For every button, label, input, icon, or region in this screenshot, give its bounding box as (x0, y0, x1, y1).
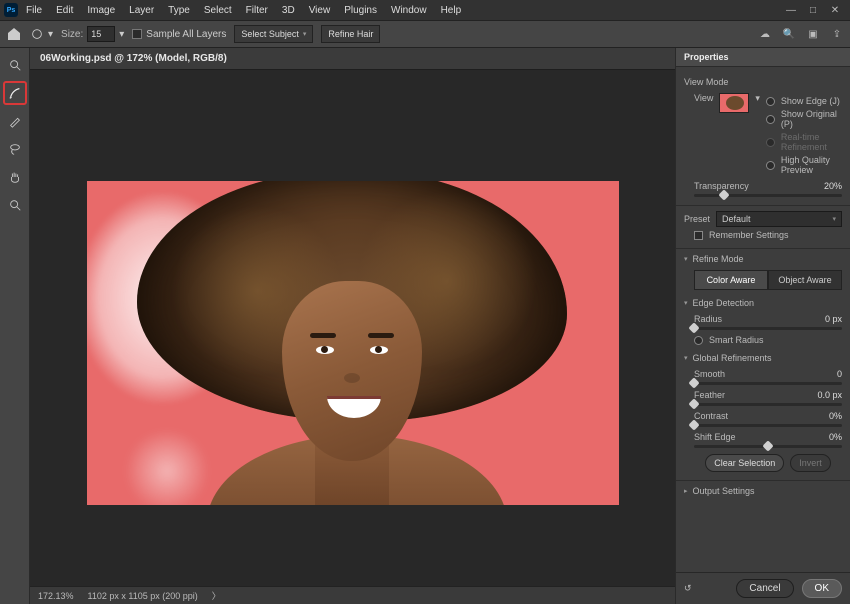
menu-window[interactable]: Window (385, 3, 433, 18)
radius-slider[interactable] (694, 327, 842, 330)
sample-all-layers-label: Sample All Layers (146, 29, 226, 40)
object-aware-toggle[interactable]: Object Aware (768, 270, 842, 290)
contrast-label: Contrast (694, 411, 728, 421)
menu-select[interactable]: Select (198, 3, 238, 18)
shift-edge-label: Shift Edge (694, 432, 736, 442)
menu-type[interactable]: Type (162, 3, 196, 18)
brush-preview-icon[interactable]: ▾ (30, 27, 53, 41)
high-quality-label: High Quality Preview (781, 155, 842, 175)
canvas-column: 06Working.psd @ 172% (Model, RGB/8) (30, 48, 675, 604)
remember-settings-checkbox[interactable] (694, 231, 703, 240)
menu-help[interactable]: Help (435, 3, 468, 18)
chevron-down-icon: ▾ (303, 30, 307, 38)
edge-detection-section[interactable]: ▾Edge Detection (684, 298, 842, 308)
chevron-down-icon: ▾ (48, 29, 53, 40)
brush-size-input[interactable] (87, 26, 115, 42)
chevron-down-icon[interactable]: ▾ (755, 93, 760, 104)
properties-tab[interactable]: Properties (676, 48, 850, 67)
view-mode-section[interactable]: View Mode (684, 77, 842, 87)
app-logo: Ps (4, 3, 18, 17)
show-edge-label: Show Edge (J) (781, 96, 840, 106)
size-label: Size: (61, 29, 83, 40)
hand-tool[interactable] (4, 166, 26, 188)
document-dimensions: 1102 px x 1105 px (200 ppi) (88, 591, 198, 601)
sample-all-layers-checkbox[interactable] (132, 29, 142, 39)
contrast-value[interactable]: 0% (829, 411, 842, 421)
transparency-label: Transparency (694, 181, 749, 191)
cloud-icon[interactable]: ☁ (758, 27, 772, 41)
realtime-label: Real-time Refinement (781, 132, 842, 152)
workspace-icon[interactable]: ▣ (806, 27, 820, 41)
menu-view[interactable]: View (303, 3, 337, 18)
feather-value[interactable]: 0.0 px (817, 390, 842, 400)
brush-tool[interactable] (4, 110, 26, 132)
status-more[interactable]: 〉 (212, 589, 221, 602)
window-maximize-button[interactable]: □ (806, 5, 820, 16)
select-subject-button[interactable]: Select Subject▾ (234, 25, 313, 43)
realtime-radio (766, 138, 775, 147)
color-aware-toggle[interactable]: Color Aware (694, 270, 768, 290)
cancel-button[interactable]: Cancel (736, 579, 793, 598)
ok-button[interactable]: OK (802, 579, 842, 598)
refine-mode-section[interactable]: ▾Refine Mode (684, 254, 842, 264)
canvas-area[interactable] (30, 70, 675, 586)
feather-label: Feather (694, 390, 725, 400)
home-icon[interactable] (6, 26, 22, 42)
reset-icon[interactable]: ↺ (684, 583, 700, 594)
preset-dropdown[interactable]: Default▾ (716, 211, 842, 227)
view-label: View (694, 93, 713, 103)
lasso-tool[interactable] (4, 138, 26, 160)
invert-button[interactable]: Invert (790, 454, 831, 472)
menu-edit[interactable]: Edit (50, 3, 79, 18)
transparency-value[interactable]: 20% (824, 181, 842, 191)
remember-settings-label: Remember Settings (709, 230, 789, 240)
radius-label: Radius (694, 314, 722, 324)
options-bar: ▾ Size: ▾ Sample All Layers Select Subje… (0, 20, 850, 48)
status-bar: 172.13% 1102 px x 1105 px (200 ppi) 〉 (30, 586, 675, 604)
feather-slider[interactable] (694, 403, 842, 406)
high-quality-radio[interactable] (766, 161, 775, 170)
smart-radius-label: Smart Radius (709, 335, 764, 345)
quick-select-tool[interactable] (4, 54, 26, 76)
smooth-label: Smooth (694, 369, 725, 379)
zoom-tool[interactable] (4, 194, 26, 216)
tool-strip (0, 48, 30, 604)
portrait-image (87, 181, 619, 505)
menu-filter[interactable]: Filter (240, 3, 274, 18)
menu-3d[interactable]: 3D (276, 3, 301, 18)
view-mode-thumbnail[interactable] (719, 93, 749, 113)
shift-edge-slider[interactable] (694, 445, 842, 448)
menu-file[interactable]: File (20, 3, 48, 18)
search-icon[interactable]: 🔍 (782, 27, 796, 41)
menu-plugins[interactable]: Plugins (338, 3, 383, 18)
properties-panel: Properties View Mode View ▾ Show Edge (J… (675, 48, 850, 604)
menu-image[interactable]: Image (81, 3, 121, 18)
menu-bar: Ps File Edit Image Layer Type Select Fil… (0, 0, 850, 20)
shift-edge-value[interactable]: 0% (829, 432, 842, 442)
artboard (87, 181, 619, 505)
show-original-label: Show Original (P) (781, 109, 842, 129)
transparency-slider[interactable] (694, 194, 842, 197)
refine-edge-brush-tool[interactable] (4, 82, 26, 104)
output-settings-section[interactable]: ▸Output Settings (684, 486, 842, 496)
smooth-value[interactable]: 0 (837, 369, 842, 379)
show-edge-radio[interactable] (766, 97, 775, 106)
preset-label: Preset (684, 214, 710, 224)
window-close-button[interactable]: ✕ (828, 5, 842, 16)
document-tab[interactable]: 06Working.psd @ 172% (Model, RGB/8) (30, 48, 675, 70)
show-original-radio[interactable] (766, 115, 775, 124)
smooth-slider[interactable] (694, 382, 842, 385)
smart-radius-radio[interactable] (694, 336, 703, 345)
menu-layer[interactable]: Layer (123, 3, 160, 18)
clear-selection-button[interactable]: Clear Selection (705, 454, 784, 472)
radius-value[interactable]: 0 px (825, 314, 842, 324)
panel-footer: ↺ Cancel OK (676, 572, 850, 604)
chevron-down-icon[interactable]: ▾ (119, 29, 124, 40)
window-minimize-button[interactable]: — (784, 5, 798, 16)
refine-hair-button[interactable]: Refine Hair (321, 25, 380, 43)
contrast-slider[interactable] (694, 424, 842, 427)
global-refinements-section[interactable]: ▾Global Refinements (684, 353, 842, 363)
zoom-level[interactable]: 172.13% (38, 591, 74, 601)
share-icon[interactable]: ⇪ (830, 27, 844, 41)
